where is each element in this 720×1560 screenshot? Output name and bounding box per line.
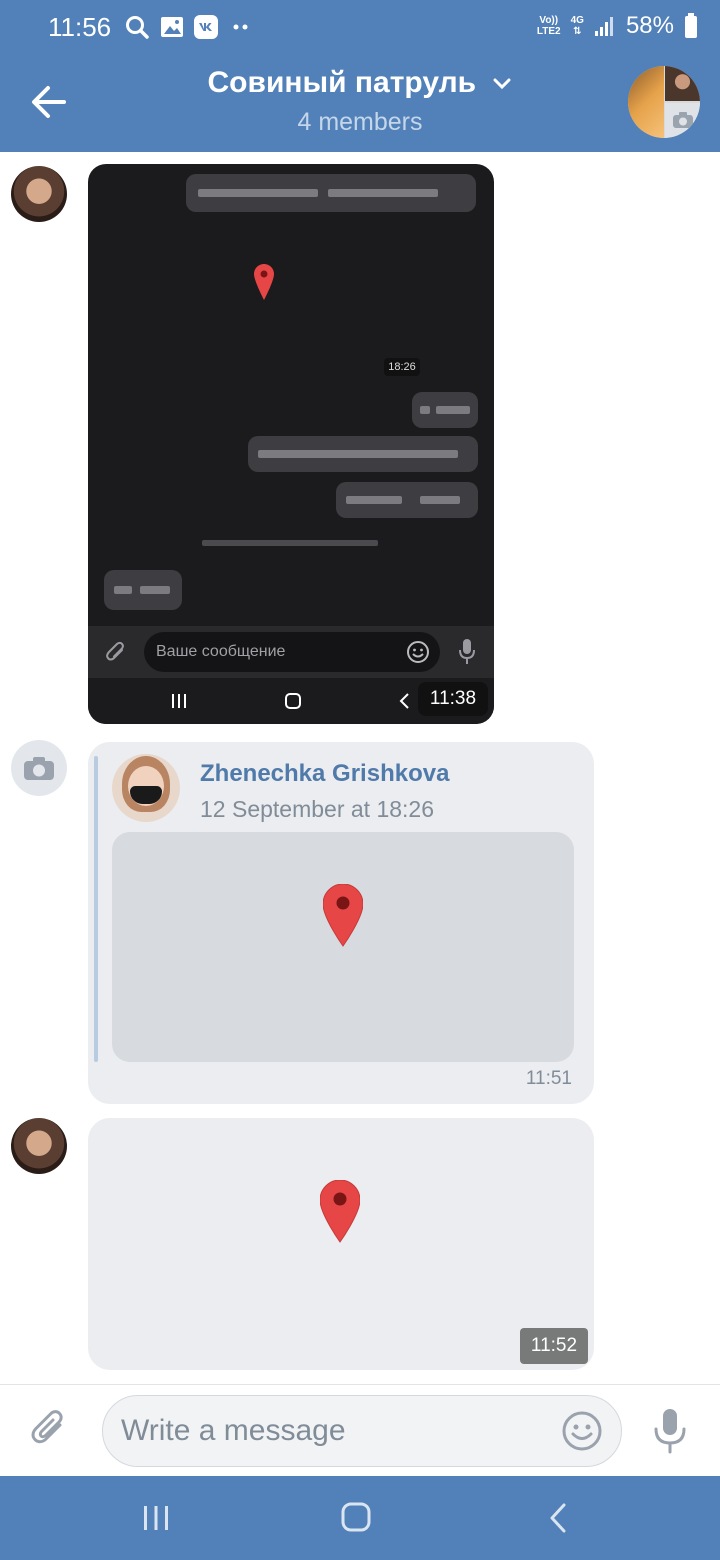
sender-avatar[interactable]: [11, 166, 67, 222]
battery-percent: 58%: [625, 12, 674, 39]
location-map[interactable]: [112, 832, 574, 1062]
chat-subtitle: 4 members: [297, 108, 423, 136]
message-composer: [0, 1384, 720, 1476]
search-icon: [126, 16, 149, 39]
paperclip-icon: [106, 641, 124, 661]
emoji-icon[interactable]: [561, 1410, 603, 1452]
battery-icon: [685, 13, 697, 38]
emoji-icon: [407, 641, 429, 663]
microphone-icon: [459, 639, 475, 664]
inner-timestamp: 18:26: [384, 358, 420, 376]
sender-avatar[interactable]: [11, 740, 67, 796]
message-input[interactable]: [121, 1396, 541, 1466]
forwarded-date: 12 September at 18:26: [200, 796, 434, 822]
back-icon: [399, 693, 409, 709]
chevron-down-icon: [493, 78, 511, 90]
status-bar: 11:56 Vo)) LTE2 4G ⇅ 58%: [0, 0, 720, 56]
location-message[interactable]: 11:52: [88, 1118, 594, 1370]
wifi-signal-icon: [594, 17, 613, 36]
map-pin-icon: [323, 884, 363, 947]
forward-bar: [94, 756, 98, 1062]
app-header: 11:56 Vo)) LTE2 4G ⇅ 58% Совиный патруль…: [0, 0, 720, 152]
chat-title[interactable]: Совиный патруль: [0, 66, 720, 100]
map-pin-icon: [320, 1180, 360, 1243]
status-right: Vo)) LTE2 4G ⇅ 58%: [537, 12, 698, 40]
message-time: 11:52: [520, 1328, 588, 1364]
camera-icon: [24, 757, 54, 780]
paperclip-icon[interactable]: [28, 1407, 72, 1451]
home-icon: [285, 693, 301, 709]
message-field-wrapper: [102, 1395, 622, 1467]
inner-message-field: Ваше сообщение: [144, 632, 440, 672]
vk-icon: [194, 15, 218, 39]
home-icon[interactable]: [336, 1500, 376, 1536]
forwarded-author-avatar[interactable]: [112, 754, 180, 822]
message-time: 11:51: [525, 1068, 572, 1089]
sender-avatar[interactable]: [11, 1118, 67, 1174]
forwarded-author-name[interactable]: Zhenechka Grishkova: [200, 760, 449, 788]
back-icon[interactable]: [538, 1500, 578, 1536]
message-time: 11:38: [418, 682, 488, 716]
map-pin-icon: [254, 264, 274, 300]
signal-type: 4G ⇅: [570, 15, 584, 37]
status-time: 11:56: [48, 12, 112, 42]
network-indicator: Vo)) LTE2: [536, 15, 561, 37]
forwarded-message[interactable]: Zhenechka Grishkova 12 September at 18:2…: [88, 742, 594, 1104]
recent-apps-icon: [172, 694, 186, 708]
more-dots-icon: [233, 24, 248, 30]
system-navbar: [0, 1476, 720, 1560]
recent-apps-icon[interactable]: [136, 1500, 176, 1536]
status-icons: [124, 14, 252, 40]
inner-composer: Ваше сообщение: [88, 626, 494, 678]
chat-avatar[interactable]: [628, 66, 700, 138]
camera-icon: [673, 112, 693, 128]
microphone-icon[interactable]: [650, 1407, 690, 1455]
screenshot-image-message[interactable]: 18:26 Ваше сообщение 11:38: [88, 164, 494, 724]
gallery-icon: [161, 17, 183, 37]
